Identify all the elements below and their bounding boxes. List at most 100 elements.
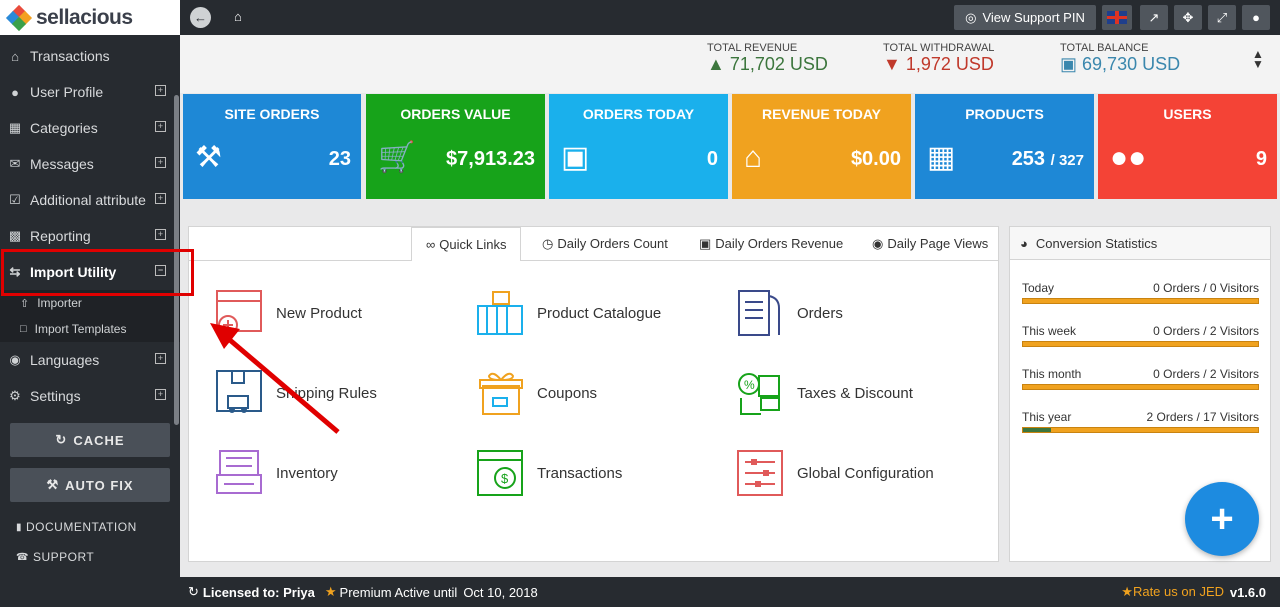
tile-users[interactable]: USERS ●● 9 (1098, 94, 1277, 199)
quicklink-inventory[interactable]: Inventory (214, 448, 338, 498)
user-icon: ● (1252, 10, 1260, 25)
conversion-row-this-year: This year 2 Orders / 17 Visitors (1022, 410, 1259, 433)
sidebar-item-categories[interactable]: ▦ Categories + (0, 110, 180, 146)
sidebar-item-user-profile[interactable]: ● User Profile + (0, 74, 180, 110)
conversion-row-this-month: This month 0 Orders / 2 Visitors (1022, 367, 1259, 390)
annotation-arrow (210, 323, 340, 434)
tile-orders-value[interactable]: ORDERS VALUE 🛒 $7,913.23 (366, 94, 545, 199)
auto-fix-button[interactable]: ⚒ AUTO FIX (10, 468, 170, 502)
transactions-icon: $ (477, 450, 523, 496)
highlight-box (1, 249, 194, 296)
tab-daily-orders-revenue[interactable]: ▣ Daily Orders Revenue (699, 227, 843, 260)
expand-icon[interactable]: + (155, 353, 166, 364)
sidebar-item-languages[interactable]: ◉ Languages + (0, 342, 180, 378)
taxes-discount-icon: % (738, 373, 780, 415)
sidebar-item-transactions[interactable]: ⌂ Transactions (0, 38, 180, 74)
joomla-button[interactable]: ✥ (1174, 5, 1202, 30)
view-support-pin-button[interactable]: ◎ View Support PIN (954, 5, 1096, 30)
globe-icon: ◉ (872, 235, 884, 251)
top-bar: ← ⌂ ◎ View Support PIN ↗ ✥ ⤢ ● (180, 0, 1280, 35)
sidebar-subitem-import-templates[interactable]: □ Import Templates (0, 316, 180, 342)
language-flag-button[interactable] (1102, 5, 1132, 30)
conversion-row-today: Today 0 Orders / 0 Visitors (1022, 281, 1259, 304)
arrow-left-icon: ← (194, 10, 207, 25)
envelope-icon: ✉ (9, 156, 21, 171)
file-icon: □ (20, 323, 27, 335)
orders-icon (738, 290, 780, 336)
life-ring-icon: ◎ (965, 9, 977, 25)
money-icon: ▣ (1060, 54, 1078, 74)
conversion-bar (1022, 341, 1259, 347)
home-icon: ⌂ (234, 9, 242, 24)
product-catalogue-icon (477, 291, 523, 335)
conversion-bar (1022, 384, 1259, 390)
conversion-bar-fill (1023, 428, 1051, 432)
joomla-icon: ✥ (1182, 9, 1194, 25)
cubes-icon: ▦ (927, 141, 956, 174)
coupons-icon (479, 372, 523, 415)
tile-revenue-today[interactable]: REVENUE TODAY ⌂ $0.00 (732, 94, 911, 199)
arrow-up-circle-icon: ▲ (707, 54, 725, 74)
expand-icon[interactable]: + (155, 157, 166, 168)
documentation-link[interactable]: ▮ DOCUMENTATION (0, 512, 180, 542)
tile-products[interactable]: PRODUCTS ▦ 253 / 327 (915, 94, 1094, 199)
sidebar-item-messages[interactable]: ✉ Messages + (0, 146, 180, 182)
global-configuration-icon (737, 450, 783, 496)
link-icon: ∞ (426, 237, 436, 252)
conversion-bar (1022, 298, 1259, 304)
quicklink-coupons[interactable]: Coupons (475, 368, 597, 418)
tile-orders-today[interactable]: ORDERS TODAY ▣ 0 (549, 94, 728, 199)
home-button[interactable]: ⌂ (234, 9, 242, 24)
sidebar-item-settings[interactable]: ⚙ Settings + (0, 378, 180, 414)
check-square-icon: ☑ (9, 192, 21, 207)
brand-name: sellacious (36, 5, 133, 29)
tab-daily-orders-count[interactable]: ◷ Daily Orders Count (542, 227, 668, 260)
fullscreen-button[interactable]: ⤢ (1208, 5, 1236, 30)
expand-icon[interactable]: + (155, 389, 166, 400)
sitemap-icon: ▦ (8, 120, 22, 135)
logo-mark-icon (5, 4, 33, 31)
add-fab-button[interactable]: + (1185, 482, 1259, 556)
logo[interactable]: sellacious (0, 0, 180, 35)
user-icon: ● (11, 84, 19, 100)
wrench-icon: ⚒ (46, 477, 60, 492)
open-site-button[interactable]: ↗ (1140, 5, 1168, 30)
quicklink-orders[interactable]: Orders (735, 288, 843, 338)
gear-icon: ⚙ (9, 388, 21, 403)
pie-chart-icon: ◕ (1020, 235, 1028, 251)
quicklink-global-configuration[interactable]: Global Configuration (735, 448, 934, 498)
user-menu-button[interactable]: ● (1242, 5, 1270, 30)
quicklink-product-catalogue[interactable]: Product Catalogue (475, 288, 661, 338)
bank-icon: ⌂ (744, 141, 763, 174)
version-label: v1.6.0 (1229, 584, 1266, 600)
rate-us-link[interactable]: ★Rate us on JED (1121, 584, 1224, 600)
upload-icon: ⇧ (20, 297, 30, 310)
refresh-icon: ↻ (55, 432, 68, 447)
cache-button[interactable]: ↻ CACHE (10, 423, 170, 457)
quicklink-transactions[interactable]: $ Transactions (475, 448, 622, 498)
clock-icon: ◷ (542, 235, 554, 251)
expand-icon[interactable]: + (155, 121, 166, 132)
expand-icon: ⤢ (1216, 9, 1228, 25)
total-withdrawal: TOTAL WITHDRAWAL ▼ 1,972 USD (883, 42, 995, 74)
expand-icon[interactable]: + (155, 229, 166, 240)
refresh-icon: ↻ (188, 584, 199, 599)
phone-icon: ☎ (16, 551, 29, 563)
sidebar-item-additional-attribute[interactable]: ☑ Additional attribute + (0, 182, 180, 218)
tile-site-orders[interactable]: SITE ORDERS ⚒ 23 (183, 94, 361, 199)
sort-toggle-icon[interactable]: ▲ ▼ (1252, 48, 1264, 70)
money-icon: ▣ (699, 235, 712, 251)
uk-flag-icon (1107, 11, 1127, 24)
tab-quick-links[interactable]: ∞ Quick Links (411, 227, 522, 261)
tab-daily-page-views[interactable]: ◉ Daily Page Views (872, 227, 988, 260)
expand-icon[interactable]: + (155, 85, 166, 96)
star-icon: ★ (1121, 584, 1133, 599)
footer: ↻ Licensed to: Priya ★ Premium Active un… (180, 577, 1280, 607)
svg-text:$: $ (501, 471, 509, 486)
bank-icon: ⌂ (11, 48, 19, 64)
back-button[interactable]: ← (190, 7, 211, 28)
conversion-row-this-week: This week 0 Orders / 2 Visitors (1022, 324, 1259, 347)
quicklink-taxes-discount[interactable]: % Taxes & Discount (735, 368, 913, 418)
support-link[interactable]: ☎ SUPPORT (0, 542, 180, 572)
expand-icon[interactable]: + (155, 193, 166, 204)
